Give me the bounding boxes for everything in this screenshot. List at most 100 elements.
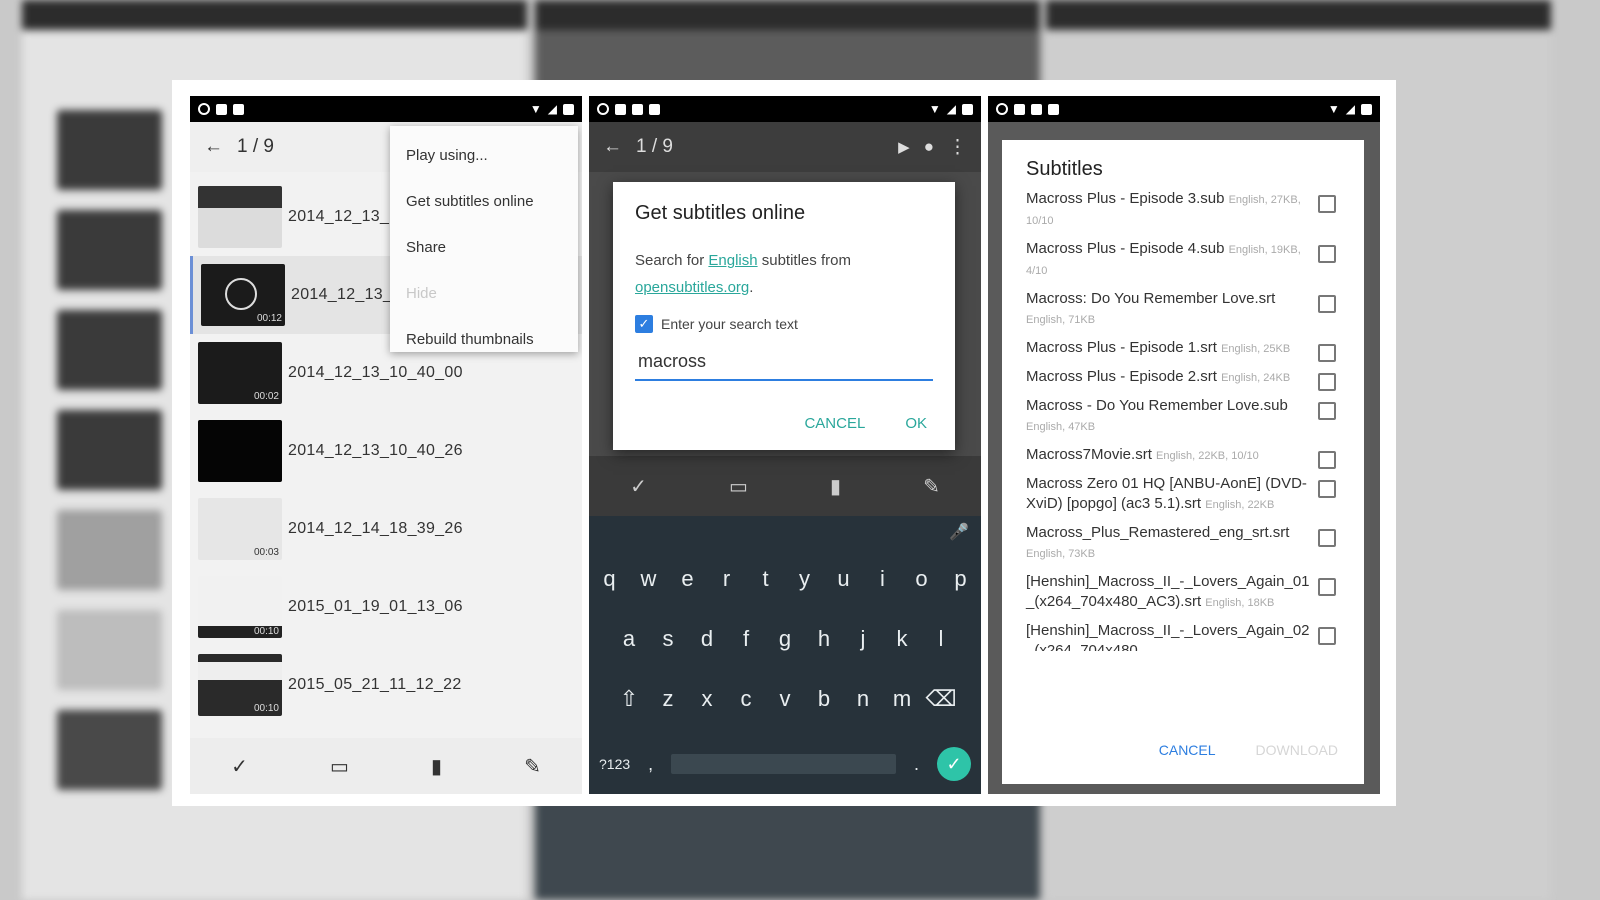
list-item[interactable]: 2014_12_13_10_40_26	[190, 412, 582, 490]
key-c[interactable]: c	[727, 686, 766, 712]
key-x[interactable]: x	[688, 686, 727, 712]
subtitle-item[interactable]: Macross7Movie.srt English, 22KB, 10/10	[1026, 445, 1364, 469]
duration-label: 00:10	[253, 626, 279, 637]
key-z[interactable]: z	[649, 686, 688, 712]
key-b[interactable]: b	[805, 686, 844, 712]
bottom-action-bar: ✓ ▭ ▮ ✎	[190, 738, 582, 794]
language-link[interactable]: English	[708, 252, 757, 269]
key-l[interactable]: l	[922, 626, 961, 652]
delete-icon[interactable]: ▮	[830, 474, 841, 499]
page-counter: 1 / 9	[237, 136, 274, 157]
key-f[interactable]: f	[727, 626, 766, 652]
keyboard-row-1: q w e r t y u i o p	[589, 566, 981, 592]
space-bar[interactable]	[671, 754, 896, 774]
key-u[interactable]: u	[824, 566, 863, 592]
check-icon[interactable]: ✓	[231, 754, 248, 779]
video-thumbnail: 00:02	[198, 342, 282, 404]
subtitle-meta: English, 22KB, 10/10	[1156, 450, 1259, 462]
key-q[interactable]: q	[590, 566, 629, 592]
backspace-icon[interactable]: ⌫	[922, 686, 961, 712]
info-icon[interactable]: ●	[924, 137, 934, 157]
subtitle-item[interactable]: Macross Plus - Episode 1.srt English, 25…	[1026, 338, 1364, 362]
delete-icon[interactable]: ▮	[431, 754, 442, 779]
list-item[interactable]: 00:03 2014_12_14_18_39_26	[190, 490, 582, 568]
label-icon[interactable]: ▭	[330, 754, 349, 779]
list-item[interactable]: 00:10 2015_01_19_01_13_06	[190, 568, 582, 646]
edit-icon[interactable]: ✎	[923, 474, 940, 499]
notification-icon	[216, 103, 227, 115]
symbols-key[interactable]: ?123	[599, 756, 630, 772]
checkbox[interactable]	[1318, 295, 1336, 313]
subtitle-meta: English, 22KB	[1205, 499, 1275, 511]
key-e[interactable]: e	[668, 566, 707, 592]
subtitle-item[interactable]: Macross_Plus_Remastered_eng_srt.srt Engl…	[1026, 523, 1364, 564]
key-w[interactable]: w	[629, 566, 668, 592]
key-y[interactable]: y	[785, 566, 824, 592]
key-j[interactable]: j	[844, 626, 883, 652]
checkbox[interactable]	[1318, 451, 1336, 469]
microphone-icon[interactable]: 🎤	[949, 522, 969, 542]
more-vert-icon[interactable]: ⋮	[948, 136, 967, 159]
subtitle-meta: English, 24KB	[1221, 372, 1291, 384]
key-r[interactable]: r	[707, 566, 746, 592]
notification-icon	[632, 103, 643, 115]
back-arrow-icon[interactable]: ←	[603, 136, 622, 158]
key-t[interactable]: t	[746, 566, 785, 592]
key-s[interactable]: s	[649, 626, 688, 652]
checkbox[interactable]	[1318, 402, 1336, 420]
key-d[interactable]: d	[688, 626, 727, 652]
key-g[interactable]: g	[766, 626, 805, 652]
checkbox[interactable]	[1318, 578, 1336, 596]
comma-key[interactable]: ,	[648, 754, 653, 775]
checkbox[interactable]	[1318, 245, 1336, 263]
site-link[interactable]: opensubtitles.org	[635, 279, 749, 296]
menu-item-rebuild-thumbnails[interactable]: Rebuild thumbnails	[390, 316, 578, 362]
shift-icon[interactable]: ⇧	[610, 686, 649, 712]
list-item[interactable]: 00:10 2015_05_21_11_12_22	[190, 646, 582, 724]
key-m[interactable]: m	[883, 686, 922, 712]
subtitle-item[interactable]: Macross: Do You Remember Love.srt Englis…	[1026, 289, 1364, 330]
subtitle-item[interactable]: Macross - Do You Remember Love.sub Engli…	[1026, 396, 1364, 437]
label-icon[interactable]: ▭	[729, 474, 748, 499]
check-icon[interactable]: ✓	[630, 474, 647, 499]
checkbox[interactable]	[1318, 627, 1336, 645]
menu-item-hide: Hide	[406, 284, 437, 302]
key-v[interactable]: v	[766, 686, 805, 712]
ok-button[interactable]: OK	[905, 415, 927, 432]
subtitle-item[interactable]: Macross Zero 01 HQ [ANBU-AonE] (DVD-XviD…	[1026, 474, 1364, 515]
subtitle-item[interactable]: [Henshin]_Macross_II_-_Lovers_Again_01_(…	[1026, 572, 1364, 613]
subtitle-item[interactable]: Macross Plus - Episode 2.srt English, 24…	[1026, 367, 1364, 391]
cancel-button[interactable]: CANCEL	[804, 415, 865, 432]
done-check-icon[interactable]: ✓	[937, 747, 971, 781]
subtitle-item[interactable]: [Henshin]_Macross_II_-_Lovers_Again_02_(…	[1026, 621, 1364, 651]
soft-keyboard: 🎤 q w e r t y u i o p a s d f g h j k l …	[589, 516, 981, 794]
cancel-button[interactable]: CANCEL	[1159, 742, 1216, 758]
key-n[interactable]: n	[844, 686, 883, 712]
menu-item-share[interactable]: Share	[390, 224, 578, 270]
key-o[interactable]: o	[902, 566, 941, 592]
key-h[interactable]: h	[805, 626, 844, 652]
phone-file-list: ▼ ◢ ← 1 / 9 2014_12_13_ 00:12 2014_12_13…	[190, 96, 582, 794]
checkbox[interactable]	[1318, 529, 1336, 547]
menu-item-play-using[interactable]: Play using...	[390, 132, 578, 178]
search-input[interactable]: macross	[635, 351, 933, 381]
checkbox[interactable]	[1318, 480, 1336, 498]
search-text-checkbox[interactable]: ✓ Enter your search text	[635, 315, 933, 333]
play-icon[interactable]: ▶	[898, 138, 910, 156]
phone-subtitle-results: ▼ ◢ Subtitles Macross Plus - Episode 3.s…	[988, 96, 1380, 794]
subtitle-item[interactable]: Macross Plus - Episode 4.sub English, 19…	[1026, 239, 1364, 281]
signal-icon: ◢	[547, 102, 557, 116]
key-p[interactable]: p	[941, 566, 980, 592]
headset-icon	[996, 103, 1008, 115]
key-a[interactable]: a	[610, 626, 649, 652]
back-arrow-icon[interactable]: ←	[204, 136, 223, 158]
key-k[interactable]: k	[883, 626, 922, 652]
key-i[interactable]: i	[863, 566, 902, 592]
period-key[interactable]: .	[914, 754, 919, 775]
checkbox[interactable]	[1318, 344, 1336, 362]
menu-item-get-subtitles[interactable]: Get subtitles online	[390, 178, 578, 224]
checkbox[interactable]	[1318, 195, 1336, 213]
subtitle-item[interactable]: Macross Plus - Episode 3.sub English, 27…	[1026, 189, 1364, 231]
checkbox[interactable]	[1318, 373, 1336, 391]
edit-icon[interactable]: ✎	[524, 754, 541, 779]
